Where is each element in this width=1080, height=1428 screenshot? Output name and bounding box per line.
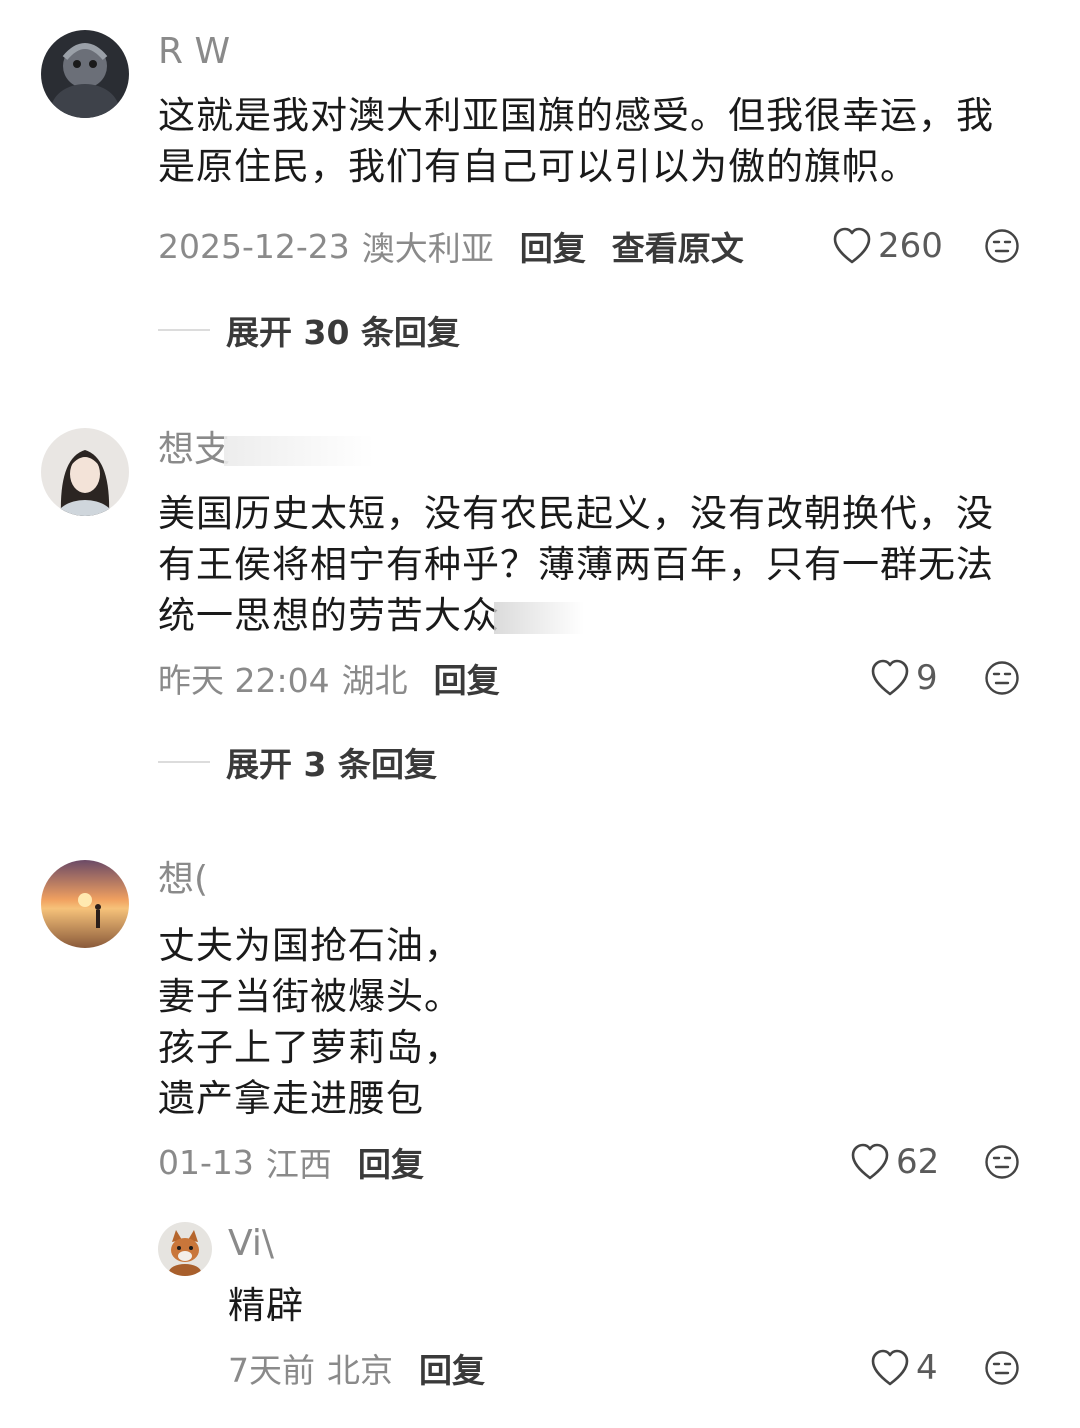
heart-outline-icon [833,227,871,264]
comment-line: 丈夫为国抢石油， [158,924,462,967]
username-text[interactable]: R W [158,31,230,72]
like-button[interactable]: 62 [850,1140,939,1184]
expand-replies-label[interactable]: 展开 3 条回复 [226,738,437,786]
comment-meta: 昨天 22:04 湖北 回复 [158,656,500,700]
heart-outline-icon [871,1349,909,1386]
comment-line: 有王侯将相宁有种乎？薄薄两百年，只有一群无法 [158,543,994,586]
comment-date: 2025-12-23 [158,226,350,266]
username[interactable]: 想( [158,858,208,902]
avatar[interactable] [41,860,129,948]
face-icon[interactable] [984,228,1020,264]
divider [158,761,210,763]
username[interactable]: Vi\ [228,1222,274,1266]
comment-line: 孩子上了萝莉岛， [158,1026,462,1069]
comment-meta: 01-13 江西 回复 [158,1138,424,1186]
comment-line: 妻子当街被爆头。 [158,975,462,1018]
reply-text: 精辟 [228,1280,304,1331]
like-button[interactable]: 9 [870,656,938,700]
blurred-text-fragment [494,601,584,634]
username[interactable]: R W [158,30,230,74]
comment-date: 昨天 22:04 [158,661,330,700]
like-count: 4 [916,1348,938,1388]
comment-location: 澳大利亚 [361,229,494,268]
expand-replies-button[interactable]: 展开 3 条回复 [158,740,437,784]
reply-date: 7天前 [228,1351,315,1390]
heart-outline-icon [871,659,909,696]
comment-line: 统一思想的劳苦大众 [158,594,500,637]
username[interactable]: 想支 [158,428,375,472]
reply-meta: 7天前 北京 回复 [228,1346,485,1390]
avatar[interactable] [158,1222,212,1276]
divider [158,329,210,331]
face-icon[interactable] [984,1144,1020,1180]
view-original-button[interactable]: 查看原文 [612,222,744,270]
username-text[interactable]: Vi\ [228,1223,274,1264]
reply-button[interactable]: 回复 [358,1138,424,1186]
comment-text: 这就是我对澳大利亚国旗的感受。但我很幸运，我 是原住民，我们有自己可以引以为傲的… [158,90,994,192]
expand-replies-label[interactable]: 展开 30 条回复 [226,306,460,354]
reply-button[interactable]: 回复 [520,222,586,270]
expand-replies-button[interactable]: 展开 30 条回复 [158,308,460,352]
comment-meta: 2025-12-23 澳大利亚 回复 查看原文 [158,222,744,270]
comment-line: 遗产拿走进腰包 [158,1077,424,1120]
like-button[interactable]: 4 [870,1346,938,1390]
reply-location: 北京 [327,1351,393,1390]
username-text[interactable]: 想( [158,859,208,900]
heart-outline-icon [851,1143,889,1180]
comment-line: 这就是我对澳大利亚国旗的感受。但我很幸运，我 [158,94,994,137]
like-count: 9 [916,658,938,698]
comment-line: 是原住民，我们有自己可以引以为傲的旗帜。 [158,145,918,188]
like-button[interactable]: 260 [832,224,943,268]
avatar[interactable] [41,428,129,516]
face-icon[interactable] [984,1350,1020,1386]
comment-text: 美国历史太短，没有农民起义，没有改朝换代，没 有王侯将相宁有种乎？薄薄两百年，只… [158,488,994,641]
like-count: 62 [896,1142,940,1182]
reply-button[interactable]: 回复 [419,1344,485,1392]
comment-location: 湖北 [341,661,408,700]
comment-line: 美国历史太短，没有农民起义，没有改朝换代，没 [158,492,994,535]
avatar[interactable] [41,30,129,118]
username-text[interactable]: 想支 [158,429,230,470]
blurred-name-fragment [224,436,375,466]
reply-button[interactable]: 回复 [434,654,500,702]
comment-date: 01-13 [158,1142,254,1182]
like-count: 260 [878,226,943,266]
comment-location: 江西 [265,1145,332,1184]
reply-line: 精辟 [228,1284,304,1327]
comment-text: 丈夫为国抢石油， 妻子当街被爆头。 孩子上了萝莉岛， 遗产拿走进腰包 [158,920,462,1124]
face-icon[interactable] [984,660,1020,696]
